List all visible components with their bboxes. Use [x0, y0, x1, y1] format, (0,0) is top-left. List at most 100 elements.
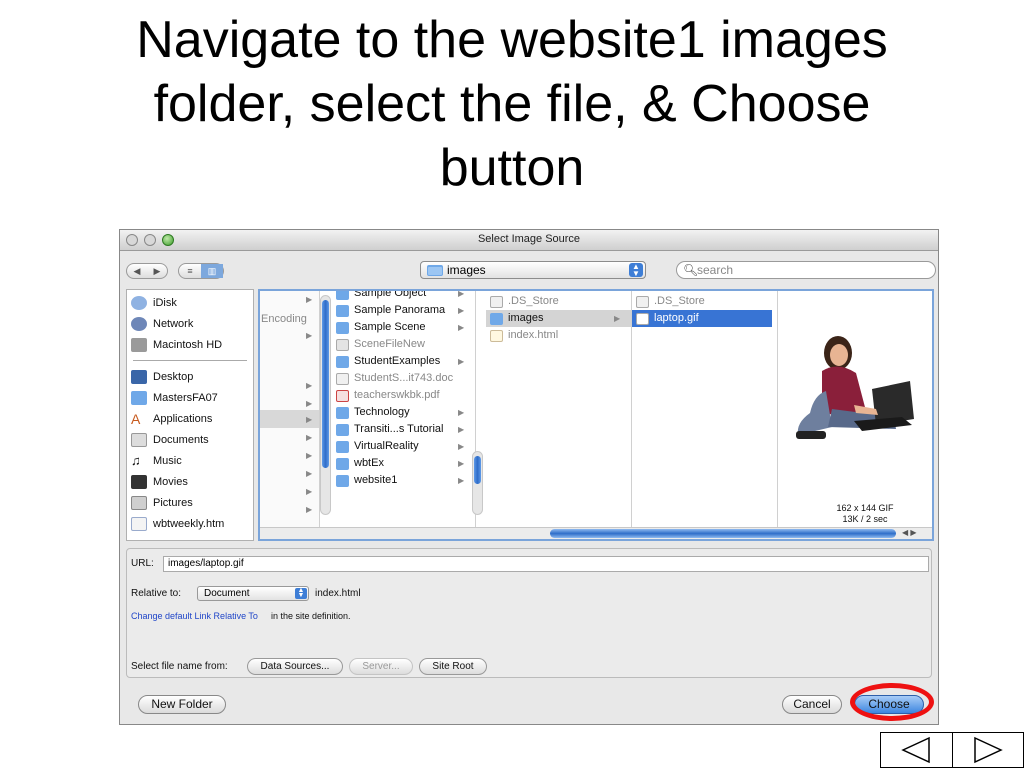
list-item[interactable]: Transiti...s Tutorial	[336, 421, 443, 438]
sidebar-item-network[interactable]: Network	[131, 314, 193, 334]
change-default-link[interactable]: Change default Link Relative To	[131, 611, 258, 621]
folder-icon	[336, 355, 349, 368]
scroll-arrows-icon[interactable]: ◀ ▶	[902, 528, 917, 537]
list-item[interactable]: Sample Scene	[336, 319, 426, 336]
new-folder-button[interactable]: New Folder	[138, 695, 226, 714]
list-item[interactable]: Technology	[336, 404, 410, 421]
folder-icon	[131, 391, 147, 405]
sidebar: iDisk Network Macintosh HD Desktop Maste…	[126, 289, 254, 541]
search-icon: 🔍︎	[683, 263, 699, 277]
sidebar-item-documents[interactable]: Documents	[131, 430, 209, 450]
slide-navigation	[880, 732, 1024, 768]
list-item[interactable]: wbtEx	[336, 455, 384, 472]
change-link-suffix: in the site definition.	[271, 611, 351, 621]
previous-slide-button[interactable]	[881, 733, 953, 767]
site-root-button[interactable]: Site Root	[419, 658, 487, 675]
list-item[interactable]: teacherswkbk.pdf	[336, 387, 440, 404]
file-icon	[336, 338, 349, 351]
sidebar-item-music[interactable]: ♫ Music	[131, 451, 182, 471]
url-input[interactable]: images/laptop.gif	[163, 556, 929, 572]
disclosure-arrow-icon: ▶	[306, 415, 313, 424]
documents-icon	[131, 433, 147, 447]
sidebar-item-macintosh-hd[interactable]: Macintosh HD	[131, 335, 222, 355]
image-file-icon	[636, 312, 649, 325]
list-item[interactable]: VirtualReality	[336, 438, 419, 455]
list-item[interactable]: index.html	[490, 327, 558, 344]
relative-to-select[interactable]: Document ▲ ▼	[197, 586, 309, 601]
folder-icon	[336, 291, 349, 300]
horizontal-scroll-thumb[interactable]	[550, 529, 896, 538]
column-1-scrollbar[interactable]	[320, 295, 331, 515]
list-item[interactable]: Sample Panorama	[336, 302, 445, 319]
search-field[interactable]: 🔍︎ search	[676, 261, 936, 279]
sidebar-item-movies[interactable]: Movies	[131, 472, 188, 492]
sidebar-item-desktop[interactable]: Desktop	[131, 367, 193, 387]
disclosure-arrow-icon: ▶	[306, 487, 313, 496]
slide-title: Navigate to the website1 images folder, …	[0, 8, 1024, 200]
disclosure-arrow-icon: ▶	[306, 505, 313, 514]
next-slide-button[interactable]	[953, 733, 1024, 767]
desktop-icon	[131, 370, 147, 384]
folder-icon	[336, 406, 349, 419]
list-item[interactable]: Sample Object	[336, 291, 426, 302]
sidebar-item-idisk[interactable]: iDisk	[131, 293, 177, 313]
dialog-toolbar: ◀ ▶ ≡ ▥ images ▲ ▼ 🔍︎ search	[120, 251, 938, 287]
html-file-icon	[131, 517, 147, 531]
folder-icon	[336, 304, 349, 317]
scroll-thumb[interactable]	[474, 456, 481, 484]
document-file-icon	[336, 372, 349, 385]
disclosure-arrow-icon: ▶	[306, 331, 313, 340]
browser-column-2: Sample Object Sample Panorama Sample Sce…	[332, 291, 476, 527]
data-sources-button[interactable]: Data Sources...	[247, 658, 343, 675]
back-arrow-icon[interactable]: ◀	[127, 264, 147, 278]
disclosure-arrow-icon: ▶	[614, 314, 621, 323]
horizontal-scrollbar[interactable]: ◀ ▶	[260, 527, 932, 539]
laptop-preview-image	[796, 336, 914, 439]
list-item[interactable]: .DS_Store	[636, 293, 705, 310]
disclosure-arrow-icon: ▶	[306, 433, 313, 442]
list-item-selected[interactable]: laptop.gif	[632, 310, 772, 327]
folder-icon	[490, 312, 503, 325]
disclosure-arrow-icon: ▶	[458, 476, 465, 485]
list-item[interactable]: StudentS...it743.doc	[336, 370, 453, 387]
disclosure-arrow-icon: ▶	[306, 295, 313, 304]
folder-icon	[427, 265, 443, 276]
search-placeholder: search	[697, 263, 734, 277]
list-item[interactable]: SceneFileNew	[336, 336, 425, 353]
list-item[interactable]: .DS_Store	[490, 293, 559, 310]
applications-icon: A	[131, 411, 141, 427]
sidebar-item-pictures[interactable]: Pictures	[131, 493, 193, 513]
select-from-label: Select file name from:	[131, 661, 228, 672]
column-2-scrollbar[interactable]	[472, 451, 483, 515]
list-view-icon[interactable]: ≡	[179, 264, 201, 278]
pictures-icon	[131, 496, 147, 510]
relative-to-label: Relative to:	[131, 588, 182, 599]
forward-arrow-icon[interactable]: ▶	[147, 264, 167, 278]
scroll-thumb[interactable]	[322, 300, 329, 468]
server-button[interactable]: Server...	[349, 658, 413, 675]
list-item[interactable]: StudentExamples	[336, 353, 440, 370]
sidebar-item-mastersfa07[interactable]: MastersFA07	[131, 388, 218, 408]
list-item[interactable]: website1	[336, 472, 397, 489]
location-popup[interactable]: images ▲ ▼	[420, 261, 646, 279]
preview-dimensions: 162 x 144 GIF	[836, 503, 894, 513]
folder-icon	[336, 440, 349, 453]
column-view-icon[interactable]: ▥	[201, 264, 223, 278]
options-panel: URL: images/laptop.gif Relative to: Docu…	[126, 548, 932, 678]
sidebar-item-wbtweekly[interactable]: wbtweekly.htm	[131, 514, 224, 534]
cancel-button[interactable]: Cancel	[782, 695, 842, 714]
file-icon	[636, 295, 649, 308]
disclosure-arrow-icon: ▶	[458, 357, 465, 366]
movies-icon	[131, 475, 147, 489]
back-forward-control: ◀ ▶	[126, 263, 168, 279]
disclosure-arrow-icon: ▶	[306, 399, 313, 408]
list-item-selected[interactable]: images	[486, 310, 631, 327]
browser-column-3: .DS_Store images ▶ index.html	[486, 291, 632, 527]
updown-arrow-icon: ▲ ▼	[295, 587, 307, 599]
disclosure-arrow-icon: ▶	[458, 408, 465, 417]
sidebar-item-applications[interactable]: A Applications	[131, 409, 212, 429]
disclosure-arrow-icon: ▶	[458, 459, 465, 468]
triangle-right-icon	[973, 736, 1003, 764]
location-popup-label: images	[447, 263, 486, 277]
harddisk-icon	[131, 338, 147, 352]
